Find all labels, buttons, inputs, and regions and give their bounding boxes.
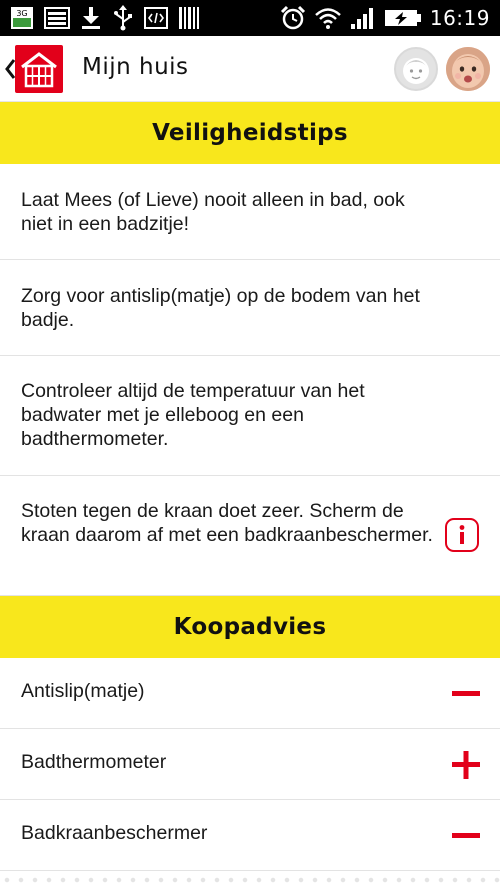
baby-avatar-photo[interactable] (446, 47, 490, 91)
info-icon[interactable] (445, 518, 479, 552)
house-logo-icon[interactable] (15, 45, 63, 93)
child-avatar-placeholder[interactable] (394, 47, 438, 91)
minus-icon[interactable] (452, 680, 480, 708)
alarm-icon (280, 5, 306, 31)
download-icon (80, 6, 102, 30)
image-icon (44, 7, 70, 29)
section-title: Veiligheidstips (152, 120, 348, 146)
signal-icon (350, 6, 376, 30)
status-time: 16:19 (429, 6, 490, 30)
svg-text:3G: 3G (16, 9, 27, 18)
section-header-buying-advice: Koopadvies (0, 596, 500, 658)
status-bar: 3G 16:19 (0, 0, 500, 36)
page-title: Mijn huis (82, 54, 189, 80)
buy-item-label: Antislip(matje) (21, 680, 145, 702)
buy-item[interactable]: Antislip(matje) (0, 658, 500, 729)
tip-text: Laat Mees (of Lieve) nooit alleen in bad… (21, 189, 405, 235)
tip-item: Stoten tegen de kraan doet zeer. Scherm … (0, 476, 500, 596)
section-header-safety-tips: Veiligheidstips (0, 102, 500, 164)
code-icon (144, 7, 168, 29)
buy-item-label: Badthermometer (21, 751, 167, 773)
tip-text: Controleer altijd de temperatuur van het… (21, 380, 365, 450)
app-bar: Mijn huis (0, 36, 500, 102)
tip-item: Controleer altijd de temperatuur van het… (0, 356, 500, 476)
tip-text: Stoten tegen de kraan doet zeer. Scherm … (21, 500, 433, 546)
barcode-icon (178, 6, 200, 30)
usb-icon (112, 5, 134, 31)
status-left-icons: 3G (10, 5, 200, 31)
3g-signal-icon: 3G (10, 6, 34, 30)
buy-item[interactable]: Badthermometer (0, 729, 500, 800)
buy-item[interactable]: Badkraanbeschermer (0, 800, 500, 871)
status-right-icons: 16:19 (280, 4, 490, 32)
tip-item: Laat Mees (of Lieve) nooit alleen in bad… (0, 164, 500, 260)
section-title: Koopadvies (173, 614, 327, 640)
tip-text: Zorg voor antislip(matje) op de bodem va… (21, 285, 420, 331)
minus-icon[interactable] (452, 822, 480, 850)
battery-charging-icon (384, 8, 422, 28)
wifi-icon (314, 6, 342, 30)
tip-item: Zorg voor antislip(matje) op de bodem va… (0, 260, 500, 356)
buy-item-label: Badkraanbeschermer (21, 822, 208, 844)
dotted-footer-pattern (0, 871, 500, 889)
plus-icon[interactable] (452, 751, 480, 779)
